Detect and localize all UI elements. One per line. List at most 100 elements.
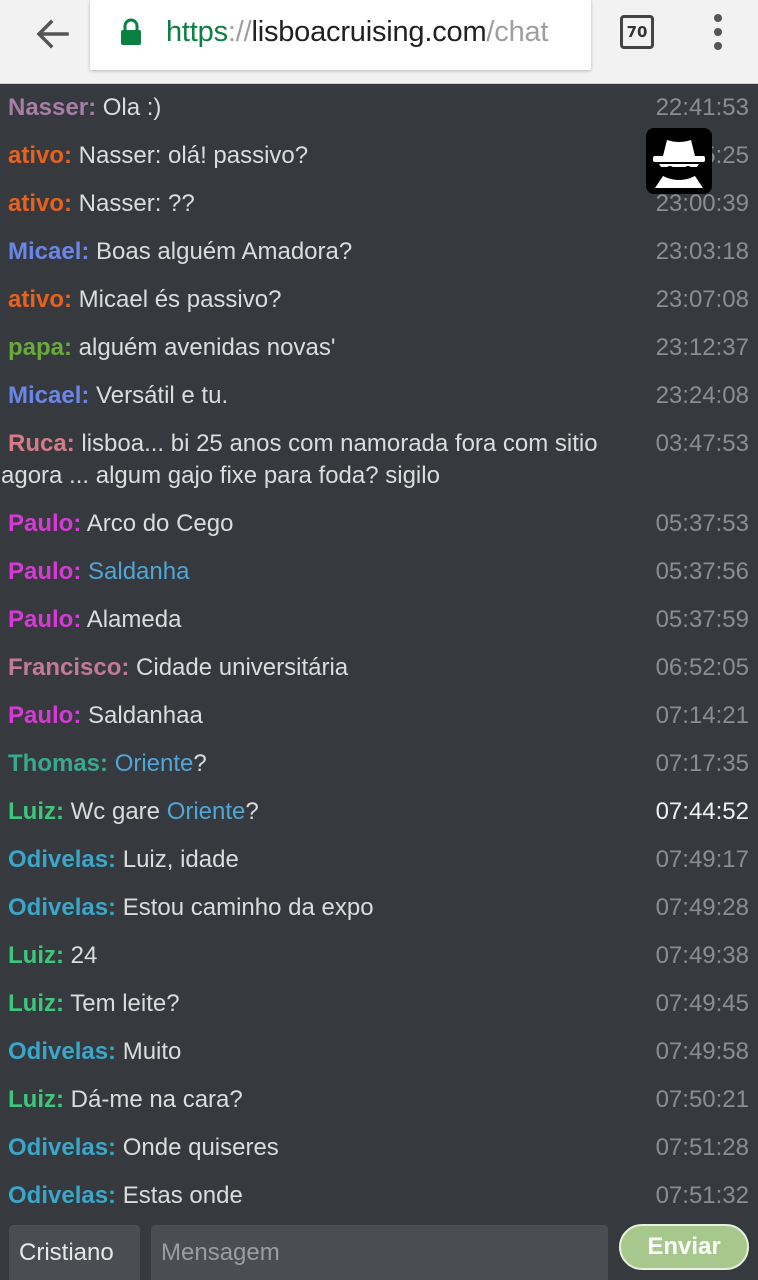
message-timestamp: 07:50:21 bbox=[655, 1086, 749, 1113]
message-text-continued: agora ... algum gajo fixe para foda? sig… bbox=[1, 462, 440, 489]
message-text bbox=[81, 558, 88, 585]
message-text: Boas alguém Amadora? bbox=[89, 238, 353, 265]
chat-message: Micael: Versátil e tu. 23:24:08 bbox=[0, 372, 758, 420]
mention-link[interactable]: Oriente bbox=[115, 750, 194, 777]
url-separator: :// bbox=[227, 16, 252, 48]
mention-link[interactable]: Oriente bbox=[167, 798, 246, 825]
chat-message: Luiz: 24 07:49:38 bbox=[0, 932, 758, 980]
message-nick[interactable]: Francisco: bbox=[8, 654, 129, 681]
send-button[interactable]: Enviar bbox=[619, 1224, 749, 1270]
chat-message: ativo: Nasser: ?? 23:00:39 bbox=[0, 180, 758, 228]
message-text: Onde quiseres bbox=[116, 1134, 279, 1161]
message-text: Nasser: olá! passivo? bbox=[72, 142, 309, 169]
message-nick[interactable]: Micael: bbox=[8, 382, 89, 409]
tab-count: 70 bbox=[626, 23, 648, 41]
message-text: Alameda bbox=[81, 606, 182, 633]
message-text-suffix: ? bbox=[193, 750, 207, 777]
message-timestamp: 07:49:17 bbox=[655, 846, 749, 873]
message-timestamp: 07:44:52 bbox=[655, 798, 749, 825]
message-nick[interactable]: Luiz: bbox=[8, 1086, 64, 1113]
message-timestamp: 07:49:58 bbox=[655, 1038, 749, 1065]
chat-message: Odivelas: Estas onde 07:51:32 bbox=[0, 1172, 758, 1218]
message-text: 24 bbox=[63, 942, 98, 969]
message-text: Saldanhaa bbox=[81, 702, 203, 729]
message-text-suffix: ? bbox=[245, 798, 259, 825]
chat-message: ativo: Nasser: olá! passivo?22:55:25 bbox=[0, 132, 758, 180]
message-timestamp: 23:24:08 bbox=[655, 382, 749, 409]
message-timestamp: 05:37:56 bbox=[655, 558, 749, 585]
message-nick[interactable]: Nasser: bbox=[8, 94, 96, 121]
url-path: /chat bbox=[486, 16, 549, 48]
chat-message: Nasser: Ola :) 22:41:53 bbox=[0, 84, 758, 132]
message-nick[interactable]: papa: bbox=[8, 334, 72, 361]
message-nick[interactable]: Luiz: bbox=[8, 990, 64, 1017]
chat-log[interactable]: Nasser: Ola :) 22:41:53 ativo: Nasser: olá… bbox=[0, 84, 758, 1218]
message-nick[interactable]: Odivelas: bbox=[8, 846, 116, 873]
message-nick[interactable]: Odivelas: bbox=[8, 1038, 116, 1065]
chat-message: Paulo: Saldanha 05:37:56 bbox=[0, 548, 758, 596]
chat-message: Odivelas: Muito 07:49:58 bbox=[0, 1028, 758, 1076]
message-text: Luiz, idade bbox=[116, 846, 239, 873]
message-timestamp: 23:12:37 bbox=[655, 334, 749, 361]
chat-message: Odivelas: Onde quiseres 07:51:28 bbox=[0, 1124, 758, 1172]
message-timestamp: 22:41:53 bbox=[655, 94, 749, 121]
message-text bbox=[108, 750, 115, 777]
chat-message: Francisco: Cidade universitária 06:52:05 bbox=[0, 644, 758, 692]
message-timestamp: 07:51:28 bbox=[655, 1134, 749, 1161]
message-nick[interactable]: Luiz: bbox=[8, 798, 64, 825]
chat-message: Paulo: Saldanhaa 07:14:21 bbox=[0, 692, 758, 740]
chat-message: Luiz: Wc gare Oriente? 07:44:52 bbox=[0, 788, 758, 836]
chat-message: papa: alguém avenidas novas' 23:12:37 bbox=[0, 324, 758, 372]
message-nick[interactable]: Micael: bbox=[8, 238, 89, 265]
message-timestamp: 07:14:21 bbox=[655, 702, 749, 729]
message-timestamp: 23:07:08 bbox=[655, 286, 749, 313]
message-timestamp: 07:49:28 bbox=[655, 894, 749, 921]
message-nick[interactable]: Ruca: bbox=[8, 430, 75, 457]
message-nick[interactable]: ativo: bbox=[8, 142, 72, 169]
message-nick[interactable]: Odivelas: bbox=[8, 1134, 116, 1161]
message-timestamp: 05:37:53 bbox=[655, 510, 749, 537]
incognito-icon bbox=[646, 128, 712, 194]
message-text: Dá-me na cara? bbox=[63, 1086, 243, 1113]
message-timestamp: 07:49:45 bbox=[655, 990, 749, 1017]
chat-message: Paulo: Alameda 05:37:59 bbox=[0, 596, 758, 644]
message-nick[interactable]: Paulo: bbox=[8, 558, 81, 585]
message-nick[interactable]: ativo: bbox=[8, 286, 72, 313]
message-nick[interactable]: Paulo: bbox=[8, 702, 81, 729]
message-nick[interactable]: Paulo: bbox=[8, 510, 81, 537]
message-nick[interactable]: Odivelas: bbox=[8, 894, 116, 921]
message-text: Estas onde bbox=[116, 1182, 243, 1209]
message-nick[interactable]: Luiz: bbox=[8, 942, 64, 969]
message-text: Versátil e tu. bbox=[89, 382, 229, 409]
message-nick[interactable]: ativo: bbox=[8, 190, 72, 217]
kebab-menu-icon[interactable] bbox=[700, 12, 736, 52]
chat-message: Micael: Boas alguém Amadora? 23:03:18 bbox=[0, 228, 758, 276]
url-text: https://lisboacruising.com/chat bbox=[166, 14, 548, 50]
chat-input-bar: Enviar bbox=[0, 1218, 758, 1280]
back-button[interactable] bbox=[26, 12, 78, 56]
chat-message: Odivelas: Luiz, idade 07:49:17 bbox=[0, 836, 758, 884]
message-nick[interactable]: Thomas: bbox=[8, 750, 108, 777]
message-text: Tem leite? bbox=[63, 990, 180, 1017]
browser-toolbar: https://lisboacruising.com/chat 70 bbox=[0, 0, 758, 84]
message-text: Ola :) bbox=[96, 94, 162, 121]
url-host: lisboacruising.com bbox=[251, 16, 487, 48]
mention-link[interactable]: Saldanha bbox=[88, 558, 189, 585]
chat-message: Paulo: Arco do Cego 05:37:53 bbox=[0, 500, 758, 548]
message-nick[interactable]: Paulo: bbox=[8, 606, 81, 633]
message-timestamp: 23:03:18 bbox=[655, 238, 749, 265]
message-nick[interactable]: Odivelas: bbox=[8, 1182, 116, 1209]
message-timestamp: 06:52:05 bbox=[655, 654, 749, 681]
url-scheme: https bbox=[166, 16, 228, 48]
tab-switcher-button[interactable]: 70 bbox=[620, 15, 654, 49]
message-text: alguém avenidas novas' bbox=[72, 334, 336, 361]
chat-message: ativo: Micael és passivo? 23:07:08 bbox=[0, 276, 758, 324]
address-bar[interactable]: https://lisboacruising.com/chat bbox=[90, 0, 591, 70]
chat-message: Luiz: Dá-me na cara? 07:50:21 bbox=[0, 1076, 758, 1124]
message-timestamp: 03:47:53 bbox=[655, 430, 749, 457]
nickname-field[interactable] bbox=[9, 1225, 140, 1280]
message-input[interactable] bbox=[151, 1225, 608, 1280]
message-text: Muito bbox=[116, 1038, 182, 1065]
chat-message: Luiz: Tem leite? 07:49:45 bbox=[0, 980, 758, 1028]
message-timestamp: 07:51:32 bbox=[655, 1182, 749, 1209]
